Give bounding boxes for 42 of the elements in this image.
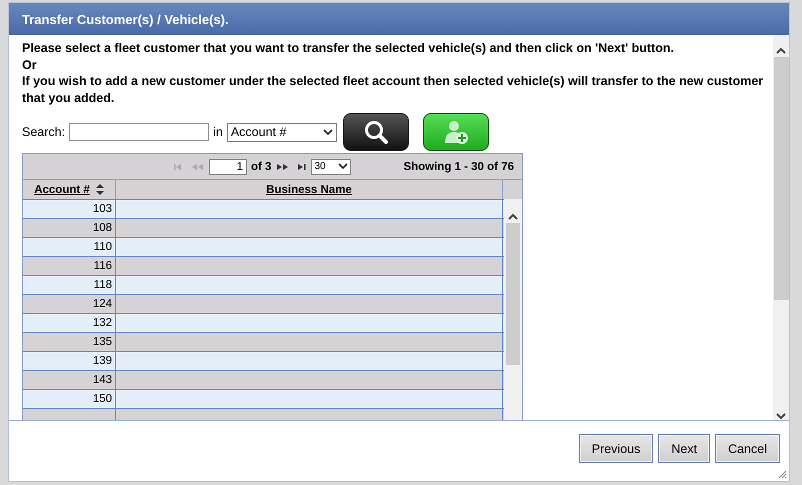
scroll-up-icon[interactable] (508, 213, 518, 220)
table-row[interactable]: 110 (23, 237, 504, 256)
table-row[interactable]: 118 (23, 275, 504, 294)
table-row[interactable]: 116 (23, 256, 504, 275)
scroll-down-icon[interactable] (776, 413, 786, 420)
table-row[interactable]: 143 (23, 370, 504, 389)
page-size-dropdown[interactable]: 30 (311, 158, 352, 174)
sort-icon[interactable] (96, 184, 104, 195)
dialog-button[interactable]: Next (658, 434, 710, 463)
table-row[interactable]: 135 (23, 332, 504, 351)
column-header[interactable]: Account # (34, 184, 104, 196)
chevron-down-icon (338, 163, 348, 170)
search-button[interactable] (342, 113, 409, 151)
scroll-up-icon[interactable] (776, 47, 786, 54)
chevron-down-icon (322, 128, 333, 136)
add-customer-button[interactable] (422, 113, 489, 151)
in-label: in (213, 125, 223, 139)
page-field[interactable]: 1 (209, 158, 247, 174)
instruction-text: If you wish to add a new customer under the selected fleet account then selected vehicle(s) will transfer to the new customer that you added. (22, 73, 764, 106)
field-dropdown[interactable]: Account # (226, 122, 337, 142)
record-count: Showing 1 - 30 of 76 (403, 160, 514, 172)
next-page-icon[interactable] (275, 162, 290, 172)
table-row[interactable]: 139 (23, 351, 504, 370)
table-row[interactable]: 124 (23, 294, 504, 313)
column-header[interactable]: Business Name (266, 184, 352, 196)
search-field[interactable] (69, 123, 210, 141)
dialog-title: Transfer Customer(s) / Vehicle(s). (9, 3, 789, 35)
add-user-icon (442, 119, 469, 145)
instruction-text: Or (22, 56, 38, 73)
dialog-button[interactable]: Previous (578, 434, 654, 463)
dialog-button[interactable]: Cancel (715, 434, 780, 463)
table-row[interactable]: 108 (23, 218, 504, 237)
scrollbar[interactable] (773, 35, 789, 420)
table-row[interactable]: 150 (23, 389, 504, 408)
page-count: of 3 (251, 160, 272, 172)
scrollbar[interactable] (504, 199, 522, 420)
resize-grip-icon[interactable] (778, 470, 787, 479)
table-row[interactable]: 103 (23, 199, 504, 218)
table-row[interactable]: 132 (23, 313, 504, 332)
instruction-text: Please select a fleet customer that you want to transfer the selected vehicle(s) and then click on 'Next' button. (22, 40, 675, 56)
search-icon (362, 119, 389, 145)
search-label: Search: (22, 125, 66, 139)
